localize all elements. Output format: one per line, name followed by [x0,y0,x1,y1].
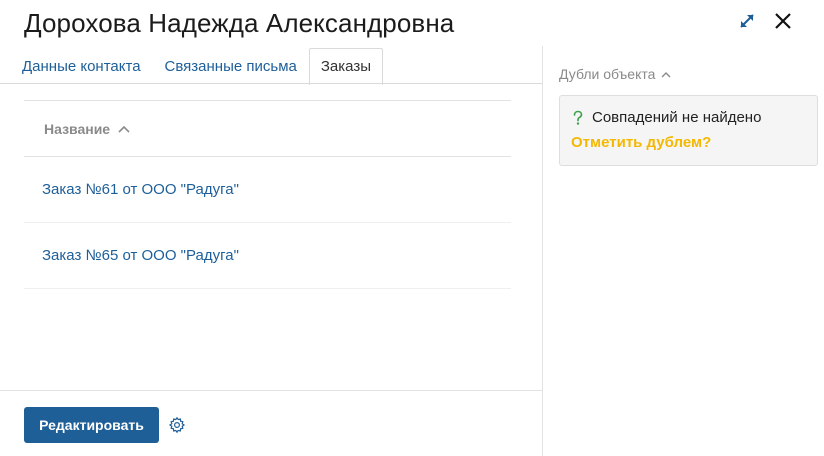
expand-icon[interactable] [736,10,758,32]
order-link[interactable]: Заказ №65 от ООО "Радуга" [42,247,239,264]
tab-divider [0,83,542,84]
table-row: Заказ №61 от ООО "Радуга" [24,157,511,223]
chevron-up-icon[interactable] [118,125,130,133]
duplicates-box: Совпадений не найдено Отметить дублем? [559,95,818,166]
chevron-up-icon[interactable] [661,71,671,78]
column-name-header[interactable]: Название [44,121,110,137]
duplicates-header[interactable]: Дубли объекта [559,66,671,82]
mark-duplicate-link[interactable]: Отметить дублем? [571,134,711,151]
tab-contact-data[interactable]: Данные контакта [10,48,153,84]
question-icon [571,110,585,126]
order-link[interactable]: Заказ №61 от ООО "Радуга" [42,181,239,198]
duplicates-status-text: Совпадений не найдено [592,109,762,126]
page-title: Дорохова Надежда Александровна [24,8,455,38]
gear-icon[interactable] [168,416,186,434]
edit-button[interactable]: Редактировать [24,407,159,443]
tab-bar: Данные контакта Связанные письма Заказы [10,48,383,85]
duplicates-status: Совпадений не найдено [571,109,761,126]
table-header: Название [24,100,511,157]
table-row: Заказ №65 от ООО "Радуга" [24,223,511,289]
tab-orders[interactable]: Заказы [308,48,383,85]
orders-table: Название Заказ №61 от ООО "Радуга" Заказ… [24,100,511,289]
footer-divider [0,390,542,391]
tab-linked-emails[interactable]: Связанные письма [153,48,309,84]
window-controls [736,10,794,32]
duplicates-title: Дубли объекта [559,66,656,82]
side-panel: Дубли объекта Совпадений не найдено Отме… [543,46,824,456]
main-panel: Данные контакта Связанные письма Заказы … [0,46,542,456]
close-icon[interactable] [772,10,794,32]
